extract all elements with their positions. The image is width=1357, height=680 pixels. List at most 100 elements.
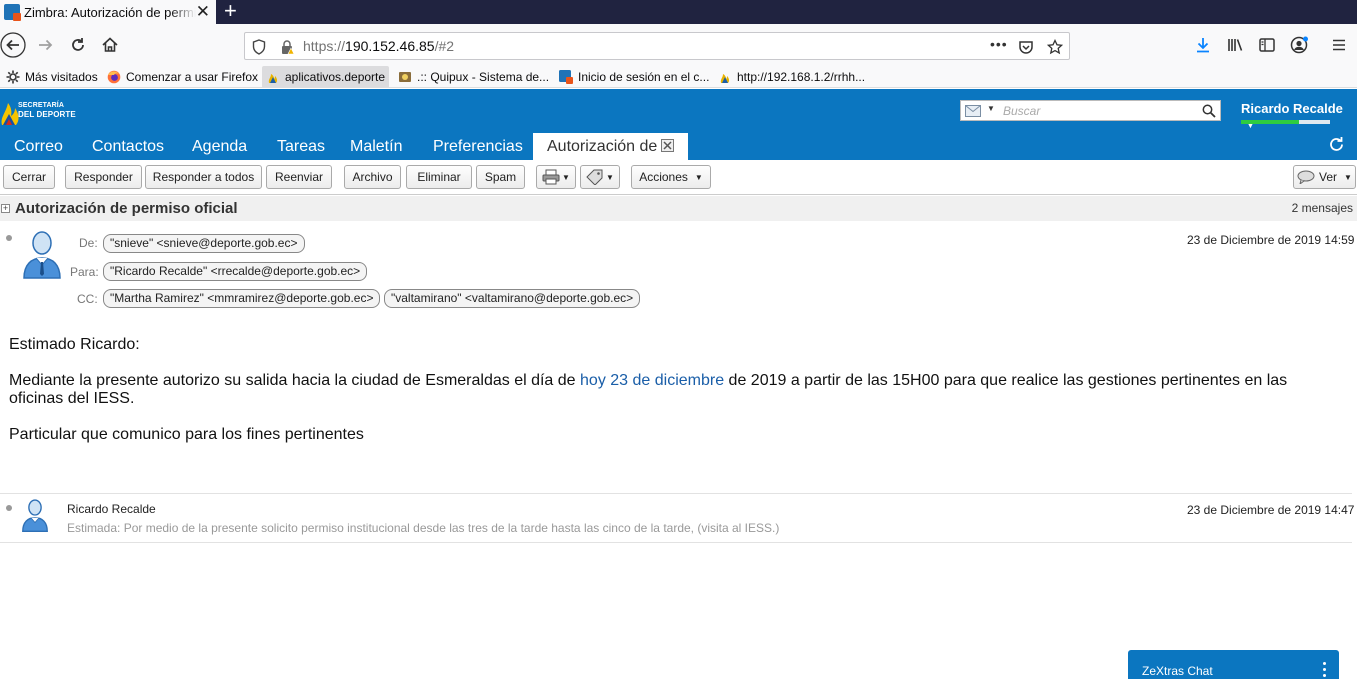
pocket-icon[interactable]	[1017, 38, 1035, 56]
account-button[interactable]	[1286, 32, 1312, 58]
tab-contactos[interactable]: Contactos	[92, 133, 164, 160]
shield-icon[interactable]	[250, 38, 268, 56]
to-address[interactable]: "Ricardo Recalde" <rrecalde@deporte.gob.…	[103, 262, 368, 281]
search-icon[interactable]	[1202, 104, 1216, 118]
divider	[0, 493, 1352, 494]
search-input[interactable]: Buscar	[1003, 104, 1040, 118]
home-button[interactable]	[97, 32, 123, 58]
tag-icon	[586, 169, 603, 185]
url-text[interactable]: https://190.152.46.85/#2	[303, 38, 454, 54]
close-tab-icon[interactable]: ✕	[196, 2, 210, 22]
zimbra-header: SECRETARÍA DEL DEPORTE ▼ Buscar Ricardo …	[0, 89, 1357, 160]
tab-autorizacion[interactable]: Autorización de	[533, 133, 689, 160]
url-scheme: https://	[303, 38, 346, 54]
mail-envelope-icon[interactable]	[965, 105, 981, 117]
message-count: 2 mensajes	[1291, 201, 1353, 215]
tab-agenda[interactable]: Agenda	[192, 133, 247, 160]
search-box[interactable]: ▼ Buscar	[960, 100, 1221, 121]
secretaria-deporte-logo[interactable]: SECRETARÍA DEL DEPORTE	[0, 97, 90, 127]
chevron-down-icon: ▼	[606, 172, 614, 182]
tab-title: Zimbra: Autorización de permiso oficial	[24, 4, 196, 20]
avatar	[23, 231, 61, 279]
url-bar[interactable]: https://190.152.46.85/#2 •••	[244, 32, 1070, 60]
app-tabs: Correo Contactos Agenda Tareas Maletín P…	[0, 133, 1357, 160]
cc-label: CC:	[77, 292, 98, 306]
expand-collapse-icon[interactable]: +	[1, 204, 10, 213]
bookmark-login[interactable]: Inicio de sesión en el c...	[555, 66, 713, 88]
forward-button[interactable]	[33, 32, 59, 58]
from-label: De:	[79, 236, 98, 250]
body-text: Mediante la presente autorizo su salida …	[9, 372, 581, 389]
message-snippet: Estimada: Por medio de la presente solic…	[67, 521, 780, 535]
tab-maletin[interactable]: Maletín	[350, 133, 402, 160]
bookmarks-toolbar: Más visitados Comenzar a usar Firefox ap…	[0, 66, 1357, 88]
insecure-lock-icon[interactable]	[278, 38, 296, 56]
sidebar-icon	[1259, 38, 1275, 52]
bookmark-label: http://192.168.1.2/rrhh...	[737, 70, 866, 84]
message-date: 23 de Diciembre de 2019 14:59	[1187, 233, 1355, 247]
cc-address[interactable]: "Martha Ramirez" <mmramirez@deporte.gob.…	[103, 289, 381, 308]
actions-menu-button[interactable]: Acciones ▼	[631, 165, 711, 189]
tab-tareas[interactable]: Tareas	[277, 133, 325, 160]
archive-button[interactable]: Archivo	[344, 165, 401, 189]
view-label: Ver	[1319, 170, 1338, 184]
zimbra-icon	[559, 70, 573, 84]
mailbox-quota-fill	[1241, 120, 1299, 124]
close-button[interactable]: Cerrar	[3, 165, 55, 189]
from-address[interactable]: "snieve" <snieve@deporte.gob.ec>	[103, 234, 305, 253]
page-actions-button[interactable]: •••	[990, 36, 1008, 52]
bookmark-rrhh[interactable]: http://192.168.1.2/rrhh...	[714, 66, 869, 88]
body-closing: Particular que comunico para los fines p…	[9, 426, 364, 443]
view-menu-button[interactable]: Ver ▼	[1293, 165, 1356, 189]
delete-button[interactable]: Eliminar	[406, 165, 472, 189]
browser-nav-bar: https://190.152.46.85/#2 •••	[0, 24, 1357, 66]
tab-autorizacion-label: Autorización de	[547, 138, 658, 155]
bookmark-star-icon[interactable]	[1046, 38, 1064, 56]
sidebar-button[interactable]	[1254, 32, 1280, 58]
body-paragraph-continued: oficinas del IESS.	[9, 390, 135, 407]
reload-button[interactable]	[65, 32, 91, 58]
forward-button[interactable]: Reenviar	[266, 165, 332, 189]
reply-button[interactable]: Responder	[65, 165, 142, 189]
search-type-dropdown-icon[interactable]: ▼	[987, 104, 995, 113]
date-link[interactable]: hoy 23 de diciembre	[580, 372, 724, 389]
more-options-icon[interactable]	[1323, 662, 1327, 680]
bookmark-quipux[interactable]: .:: Quipux - Sistema de...	[394, 66, 553, 88]
url-host: 190.152.46.85	[345, 38, 435, 54]
read-status-dot[interactable]	[6, 235, 12, 241]
close-tab-icon[interactable]	[661, 139, 675, 152]
tab-correo[interactable]: Correo	[14, 133, 63, 160]
cc-address[interactable]: "valtamirano" <valtamirano@deporte.gob.e…	[384, 289, 641, 308]
print-menu-button[interactable]: ▼	[536, 165, 576, 189]
back-button[interactable]	[0, 32, 26, 58]
spam-button[interactable]: Spam	[476, 165, 525, 189]
new-tab-button[interactable]: +	[224, 0, 237, 23]
bookmark-getting-started[interactable]: Comenzar a usar Firefox	[103, 66, 262, 88]
refresh-icon[interactable]	[1328, 136, 1345, 153]
zextras-chat-panel[interactable]: ZeXtras Chat	[1128, 650, 1339, 679]
bookmark-label: Inicio de sesión en el c...	[578, 70, 710, 84]
to-label: Para:	[70, 265, 99, 279]
message-toolbar: Cerrar Responder Responder a todos Reenv…	[0, 160, 1357, 195]
bookmark-most-visited[interactable]: Más visitados	[2, 66, 102, 88]
sender-name: Ricardo Recalde	[67, 502, 156, 516]
tab-preferencias[interactable]: Preferencias	[433, 133, 523, 160]
hamburger-menu-icon	[1333, 39, 1345, 51]
user-name: Ricardo Recalde	[1241, 101, 1343, 116]
browser-tab-strip: Zimbra: Autorización de permiso oficial …	[0, 0, 1357, 24]
back-arrow-icon	[0, 32, 26, 58]
quipux-emblem-icon	[399, 72, 411, 82]
user-menu[interactable]: Ricardo Recalde ▼	[1241, 101, 1357, 131]
mailbox-quota-bar	[1241, 120, 1330, 124]
logo-line2: DEL DEPORTE	[18, 110, 76, 119]
menu-button[interactable]	[1326, 32, 1352, 58]
chat-title: ZeXtras Chat	[1142, 664, 1213, 678]
tag-menu-button[interactable]: ▼	[580, 165, 620, 189]
bookmark-label: Comenzar a usar Firefox	[126, 70, 259, 84]
browser-tab[interactable]: Zimbra: Autorización de permiso oficial …	[0, 0, 216, 24]
read-status-dot[interactable]	[6, 505, 12, 511]
library-button[interactable]	[1222, 32, 1248, 58]
bookmark-aplicativos[interactable]: aplicativos.deporte	[262, 66, 390, 88]
downloads-button[interactable]	[1190, 32, 1216, 58]
reply-all-button[interactable]: Responder a todos	[145, 165, 262, 189]
